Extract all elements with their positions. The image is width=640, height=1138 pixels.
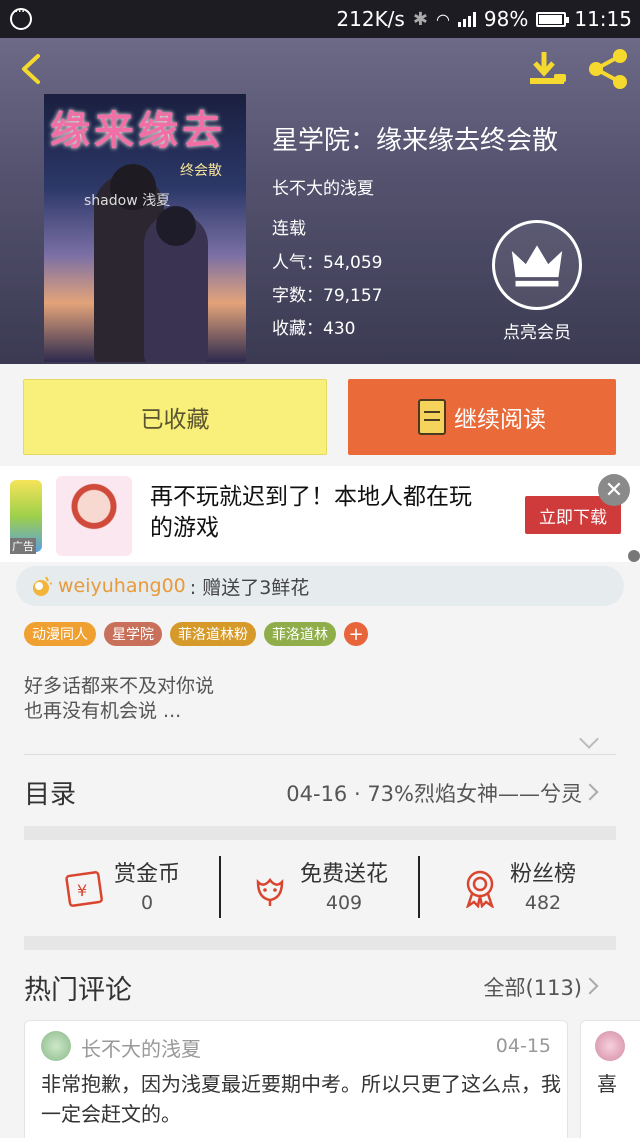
fans-ranking-stat[interactable]: 粉丝榜 482 [460,856,576,914]
close-icon[interactable]: ✕ [598,474,630,506]
divider [219,856,221,918]
chevron-right-icon [581,783,599,801]
flowers-label: 免费送花 [300,862,389,887]
vip-label[interactable]: 点亮会员 [496,318,578,343]
tag[interactable]: 菲洛道林 [264,622,336,646]
comment-card[interactable]: 长不大的浅夏 04-15 非常抱歉，因为浅夏最近要期中考。所以只更了这么点，我一… [24,1020,568,1138]
ad-image [56,476,132,556]
catalog-latest-chapter: 04-16 · 73%烈焰女神——兮灵 [286,782,582,806]
description-line: 也再没有机会说 ... [24,700,182,722]
red-envelope-icon: ¥ [65,871,103,907]
free-flowers-stat[interactable]: 免费送花 409 [250,856,388,914]
comment-text: 非常抱歉，因为浅夏最近要期中考。所以只更了这么点，我一定会赶文的。 [41,1072,561,1126]
gift-user[interactable]: weiyuhang00 [58,575,186,597]
gift-text: : 赠送了3鲜花 [189,576,310,599]
coins-label: 赏金币 [114,862,181,887]
continue-reading-label: 继续阅读 [454,407,546,433]
all-comments-link[interactable]: 全部(113) [484,972,582,1002]
avatar[interactable] [595,1031,625,1061]
book-header: 缘来缘去 终会散 shadow 浅夏 星学院：缘来缘去终会散 长不大的浅夏 连载… [0,38,640,364]
cover-title: 缘来缘去 [50,108,226,154]
tag[interactable]: 菲洛道林粉 [170,622,256,646]
avatar[interactable] [41,1031,71,1061]
tag-list: 动漫同人 星学院 菲洛道林粉 菲洛道林 + [24,622,368,646]
cover-subtitle: 终会散 [180,163,222,179]
share-icon[interactable] [586,48,630,90]
cover-watermark: shadow 浅夏 [84,193,171,209]
book-status: 连载 [272,219,306,239]
collected-label: 已收藏 [140,407,210,433]
battery-icon [536,11,570,27]
book-favorites: 收藏：430 [272,319,356,339]
divider [24,754,616,755]
divider [418,856,420,918]
section-gap [24,936,616,950]
more-dots-icon [10,4,32,30]
vip-crown-icon[interactable] [492,220,582,310]
book-cover[interactable]: 缘来缘去 终会散 shadow 浅夏 [44,94,246,362]
tag[interactable]: 动漫同人 [24,622,96,646]
cover-figure-head [156,206,196,246]
flower-icon [33,576,52,596]
download-icon[interactable] [526,48,568,90]
network-speed: 212K/s [336,7,405,31]
gift-notice: weiyuhang00 : 赠送了3鲜花 [16,566,624,606]
comment-text: 喜 [597,1072,617,1096]
book-popularity: 人气：54,059 [272,253,383,273]
section-gap [24,826,616,840]
book-word-count: 字数：79,157 [272,286,383,306]
bluetooth-icon: ✱ [412,8,428,30]
action-bar: 已收藏 继续阅读 [0,364,640,466]
expand-chevron-icon[interactable] [579,729,599,749]
comment-date: 04-15 [495,1035,551,1057]
book-icon [418,399,446,435]
comment-card[interactable]: 喜 [580,1020,640,1138]
book-description[interactable]: 好多话都来不及对你说 也再没有机会说 ... [24,674,214,724]
signal-icon [457,11,476,27]
comment-user[interactable]: 长不大的浅夏 [81,1033,201,1062]
book-author[interactable]: 长不大的浅夏 [272,174,374,199]
add-tag-button[interactable]: + [344,622,368,646]
svg-text:¥: ¥ [77,881,87,900]
ad-download-label: 立即下载 [539,507,607,528]
coins-value: 0 [140,892,154,914]
status-bar: 212K/s ✱ ◠ 98% 11:15 [0,0,640,38]
reward-coins-stat[interactable]: ¥ 赏金币 0 [64,856,180,914]
medal-icon [466,870,494,908]
chevron-right-icon[interactable] [581,977,599,995]
battery-percent: 98% [483,7,529,31]
fans-value: 482 [524,892,562,914]
ad-info-icon[interactable] [628,550,640,562]
flowers-value: 409 [325,892,363,914]
flower-icon [256,877,284,906]
collected-button[interactable]: 已收藏 [23,379,327,455]
ad-text: 再不玩就迟到了！本地人都在玩的游戏 [150,484,472,541]
wifi-icon: ◠ [435,9,450,29]
back-arrow-icon[interactable] [14,52,48,86]
clock: 11:15 [574,7,632,31]
fans-label: 粉丝榜 [510,862,577,887]
description-line: 好多话都来不及对你说 [24,675,215,697]
tag[interactable]: 星学院 [104,622,162,646]
hot-comments-title: 热门评论 [24,975,132,1006]
continue-reading-button[interactable]: 继续阅读 [348,379,616,455]
ad-badge: 广告 [10,538,36,554]
book-title: 星学院：缘来缘去终会散 [272,126,559,156]
catalog-title: 目录 [24,780,77,810]
